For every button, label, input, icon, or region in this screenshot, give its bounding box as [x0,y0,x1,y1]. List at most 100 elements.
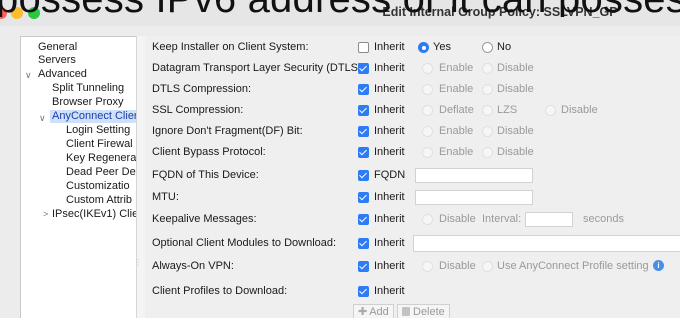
inherit-checkbox[interactable] [358,42,369,53]
add-label: Add [369,306,389,318]
inherit-label: Inherit [374,41,405,53]
fqdn-input[interactable] [415,168,533,183]
nav-scrollbar[interactable] [136,36,145,318]
form-panel: Keep Installer on Client System: Inherit… [145,36,680,318]
enable-radio[interactable] [422,63,433,74]
chevron-right-icon[interactable]: > [43,209,48,219]
no-radio[interactable] [482,42,493,53]
row-dtls-compression: DTLS Compression: Inherit Enable Disable [145,79,680,101]
fqdn-checkbox[interactable] [358,170,369,181]
nav-item-advanced[interactable]: Advanced [38,68,87,81]
nav-item-split-tunneling[interactable]: Split Tunneling [52,82,124,95]
client-modules-input[interactable] [413,235,680,252]
label-always-on-vpn: Always-On VPN: [152,260,234,272]
lzs-radio[interactable] [482,105,493,116]
row-mtu: MTU: Inherit [145,187,680,209]
label-keep-installer: Keep Installer on Client System: [152,41,309,53]
seconds-label: seconds [583,213,624,225]
enable-label: Enable [439,146,474,158]
lzs-label: LZS [497,104,518,116]
delete-button[interactable]: Delete [397,304,450,318]
row-client-profiles: Client Profiles to Download: Inherit [145,281,680,303]
inherit-label: Inherit [374,125,405,137]
enable-label: Enable [439,125,474,137]
inherit-label: Inherit [374,237,405,249]
row-ssl-compression: SSL Compression: Inherit Deflate LZS Dis… [145,100,680,122]
label-fqdn: FQDN of This Device: [152,169,259,181]
inherit-checkbox[interactable] [358,238,369,249]
row-always-on-vpn: Always-On VPN: Inherit Disable Use AnyCo… [145,256,680,278]
disable-label: Disable [439,213,476,225]
row-dtls: Datagram Transport Layer Security (DTLS)… [145,58,680,80]
inherit-checkbox[interactable] [358,105,369,116]
disable-radio[interactable] [545,105,556,116]
fqdn-checkbox-label: FQDN [374,169,406,181]
inherit-label: Inherit [374,191,405,203]
enable-label: Enable [439,62,474,74]
nav-item-dead-peer-detection[interactable]: Dead Peer Det [66,166,137,179]
use-profile-radio[interactable] [482,261,493,272]
interval-label: Interval: [482,213,522,225]
inherit-label: Inherit [374,213,405,225]
inherit-label: Inherit [374,83,405,95]
disable-radio[interactable] [482,63,493,74]
inherit-checkbox[interactable] [358,84,369,95]
deflate-label: Deflate [439,104,474,116]
disable-radio[interactable] [422,261,433,272]
enable-label: Enable [439,83,474,95]
row-keep-installer: Keep Installer on Client System: Inherit… [145,37,680,59]
chevron-down-icon[interactable]: ∨ [25,70,32,81]
label-mtu: MTU: [152,191,179,203]
disable-radio[interactable] [422,214,433,225]
nav-item-client-firewall[interactable]: Client Firewal [66,138,133,151]
inherit-label: Inherit [374,146,405,158]
disable-label: Disable [497,62,534,74]
title-bar: Edit Internal Group Policy: SSLVPN_GP [0,0,680,26]
enable-radio[interactable] [422,147,433,158]
inherit-checkbox[interactable] [358,147,369,158]
inherit-checkbox[interactable] [358,126,369,137]
chevron-down-icon[interactable]: ∨ [39,113,46,124]
disable-radio[interactable] [482,126,493,137]
label-dtls: Datagram Transport Layer Security (DTLS)… [152,62,365,74]
mtu-input[interactable] [415,190,533,205]
label-dtls-compression: DTLS Compression: [152,83,252,95]
disable-label: Disable [497,146,534,158]
nav-item-anyconnect-client[interactable]: AnyConnect Clier [50,110,137,123]
enable-radio[interactable] [422,84,433,95]
inherit-checkbox[interactable] [358,261,369,272]
inherit-label: Inherit [374,260,405,272]
label-client-modules: Optional Client Modules to Download: [152,237,337,249]
inherit-label: Inherit [374,285,405,297]
deflate-radio[interactable] [422,105,433,116]
inherit-checkbox[interactable] [358,214,369,225]
inherit-label: Inherit [374,62,405,74]
plus-icon: ✚ [358,306,368,318]
yes-radio[interactable] [418,42,429,53]
disable-radio[interactable] [482,84,493,95]
splitter-grip-icon[interactable]: ⋮ [134,258,142,267]
nav-item-ipsec-ikev1-client[interactable]: IPsec(IKEv1) Clier [52,208,137,221]
label-ignore-df: Ignore Don't Fragment(DF) Bit: [152,125,303,137]
nav-tree: General Servers ∨ Advanced Split Tunneli… [20,36,137,318]
nav-item-browser-proxy[interactable]: Browser Proxy [52,96,124,109]
inherit-checkbox[interactable] [358,63,369,74]
inherit-checkbox[interactable] [358,192,369,203]
info-icon[interactable]: i [653,260,664,271]
inherit-checkbox[interactable] [358,286,369,297]
nav-item-custom-attributes[interactable]: Custom Attrib [66,194,132,207]
nav-item-general[interactable]: General [38,41,77,54]
enable-radio[interactable] [422,126,433,137]
nav-item-key-regeneration[interactable]: Key Regenerat [66,152,137,165]
inherit-label: Inherit [374,104,405,116]
use-profile-label: Use AnyConnect Profile setting [497,260,649,272]
nav-item-login-setting[interactable]: Login Setting [66,124,130,137]
dialog-window: Edit Internal Group Policy: SSLVPN_GP po… [0,0,680,318]
nav-item-customization[interactable]: Customizatio [66,180,130,193]
interval-input[interactable] [525,212,573,227]
yes-label: Yes [433,41,451,53]
label-client-profiles: Client Profiles to Download: [152,285,288,297]
nav-item-servers[interactable]: Servers [38,54,76,67]
disable-radio[interactable] [482,147,493,158]
add-button[interactable]: ✚ Add [353,304,394,318]
